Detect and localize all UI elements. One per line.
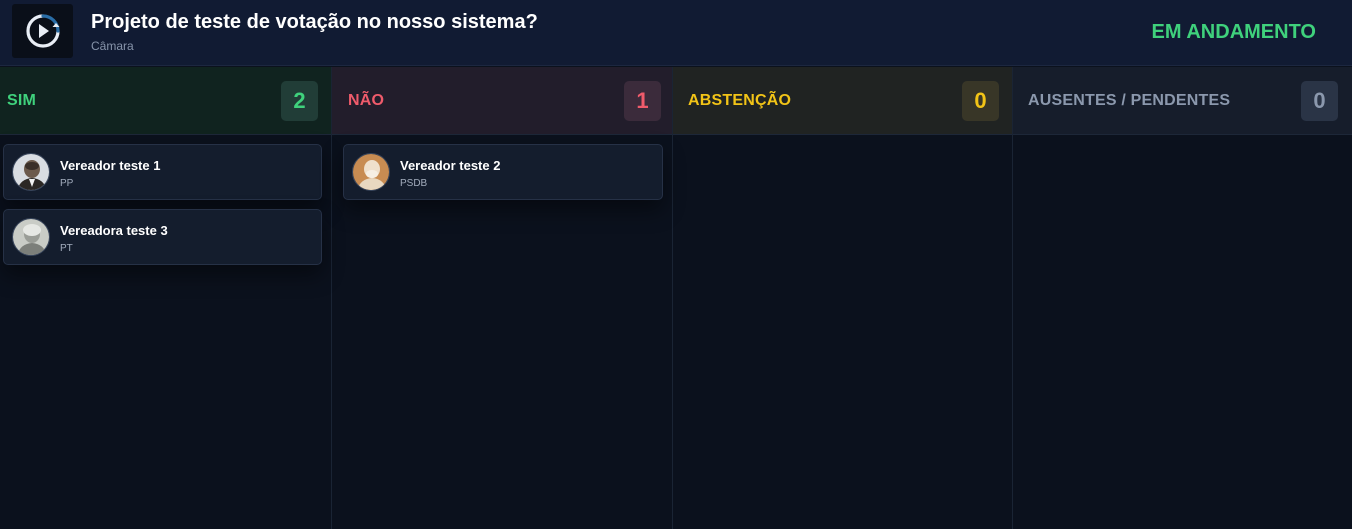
- column-ausentes: AUSENTES / PENDENTES 0: [1013, 67, 1352, 529]
- column-sim: SIM 2 Vereador teste 1 PP Vereadora test…: [0, 67, 332, 529]
- column-abstencao: ABSTENÇÃO 0: [673, 67, 1013, 529]
- count-badge-sim: 2: [281, 81, 318, 121]
- column-title-abstencao: ABSTENÇÃO: [688, 92, 792, 109]
- column-header-sim: SIM 2: [0, 67, 331, 135]
- avatar: [12, 218, 50, 256]
- chamber-subtitle: Câmara: [91, 39, 134, 53]
- avatar: [12, 153, 50, 191]
- voter-party: PT: [60, 243, 73, 254]
- voter-party: PP: [60, 178, 74, 189]
- column-body-nao: Vereador teste 2 PSDB: [332, 135, 672, 529]
- vote-board: SIM 2 Vereador teste 1 PP Vereadora test…: [0, 67, 1352, 529]
- column-header-abstencao: ABSTENÇÃO 0: [673, 67, 1012, 135]
- count-badge-nao: 1: [624, 81, 661, 121]
- voter-party: PSDB: [400, 178, 428, 189]
- voter-card[interactable]: Vereador teste 1 PP: [3, 144, 322, 200]
- voter-card[interactable]: Vereador teste 2 PSDB: [343, 144, 663, 200]
- column-title-ausentes: AUSENTES / PENDENTES: [1028, 92, 1231, 109]
- status-badge: EM ANDAMENTO: [1151, 21, 1316, 43]
- column-header-nao: NÃO 1: [332, 67, 672, 135]
- column-header-ausentes: AUSENTES / PENDENTES 0: [1013, 67, 1352, 135]
- voter-name: Vereador teste 1: [60, 158, 161, 173]
- column-body-sim: Vereador teste 1 PP Vereadora teste 3 PT: [0, 135, 331, 529]
- column-body-ausentes: [1013, 135, 1352, 529]
- count-badge-ausentes: 0: [1301, 81, 1338, 121]
- voter-card[interactable]: Vereadora teste 3 PT: [3, 209, 322, 265]
- column-title-nao: NÃO: [348, 92, 385, 109]
- column-title-sim: SIM: [7, 92, 37, 109]
- header: Projeto de teste de votação no nosso sis…: [0, 0, 1352, 66]
- column-body-abstencao: [673, 135, 1012, 529]
- avatar: [352, 153, 390, 191]
- voter-name: Vereador teste 2: [400, 158, 501, 173]
- page-title: Projeto de teste de votação no nosso sis…: [91, 11, 538, 33]
- column-nao: NÃO 1 Vereador teste 2 PSDB: [332, 67, 673, 529]
- play-clock-icon: [12, 4, 73, 58]
- voter-name: Vereadora teste 3: [60, 223, 168, 238]
- count-badge-abstencao: 0: [962, 81, 999, 121]
